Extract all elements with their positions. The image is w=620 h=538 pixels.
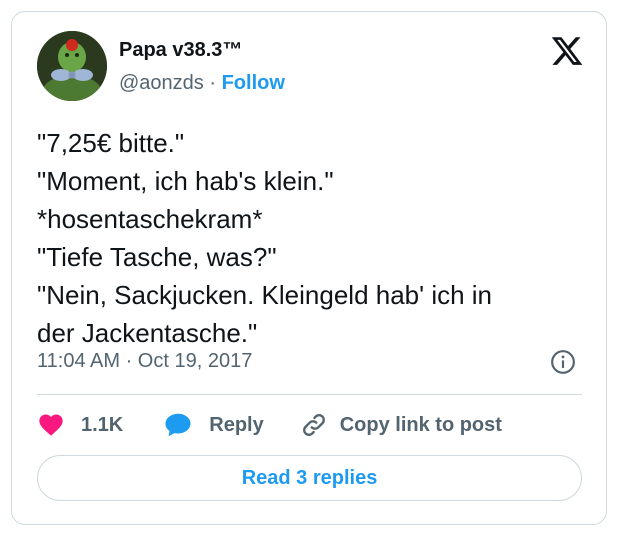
author-handle[interactable]: @aonzds: [119, 72, 204, 94]
handle-separator: ·: [209, 72, 217, 94]
avatar[interactable]: [37, 31, 107, 101]
reply-label: Reply: [209, 413, 264, 436]
info-icon[interactable]: [550, 349, 576, 375]
link-icon: [302, 414, 325, 436]
post-text-line: "7,25€ bitte.": [37, 128, 185, 158]
x-logo-icon[interactable]: [550, 34, 584, 68]
like-count: 1.1K: [81, 413, 124, 436]
post-text-line: "Nein, Sackjucken. Kleingeld hab' ich in: [37, 280, 493, 310]
avatar-image: [37, 31, 107, 101]
like-button[interactable]: 1.1K: [37, 411, 163, 439]
author-name[interactable]: Papa v38.3™: [119, 39, 242, 62]
copy-link-button[interactable]: Copy link to post: [300, 411, 502, 439]
heart-icon: [39, 414, 63, 436]
follow-button[interactable]: Follow: [222, 72, 285, 94]
reply-button[interactable]: Reply: [163, 410, 299, 440]
post-text-line: *hosentaschekram*: [37, 204, 263, 234]
post-text-line: "Tiefe Tasche, was?": [37, 242, 277, 272]
read-replies-button[interactable]: Read 3 replies: [37, 455, 582, 501]
copy-link-label: Copy link to post: [339, 413, 502, 436]
post-text-line: "Moment, ich hab's klein.": [37, 166, 334, 196]
action-bar: 1.1K Reply Copy link to post: [37, 409, 502, 441]
speech-bubble-icon: [165, 413, 191, 437]
post-timestamp[interactable]: 11:04 AM · Oct 19, 2017: [37, 350, 252, 373]
post-card: Papa v38.3™ @aonzds · Follow "7,25€ bitt…: [11, 11, 607, 525]
post-text: "7,25€ bitte." "Moment, ich hab's klein.…: [37, 124, 597, 352]
divider: [37, 394, 582, 395]
post-text-line: der Jackentasche.": [37, 318, 258, 348]
author-handle-row: @aonzds · Follow: [119, 72, 285, 95]
